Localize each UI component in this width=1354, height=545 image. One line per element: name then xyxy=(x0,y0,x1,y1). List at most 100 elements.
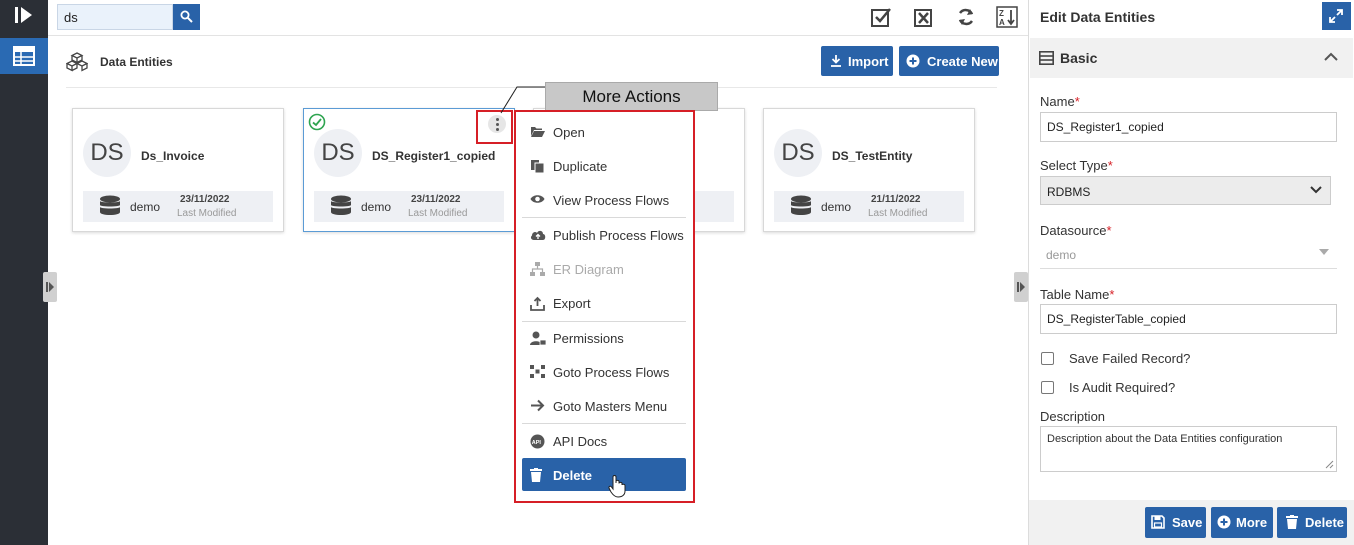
card-footer: demo 23/11/2022 Last Modified xyxy=(83,191,273,222)
description-label: Description xyxy=(1040,409,1106,424)
create-new-label: Create New xyxy=(927,54,998,69)
check-all-icon[interactable] xyxy=(870,6,892,28)
trash-icon xyxy=(530,468,542,482)
app-logo-icon[interactable] xyxy=(13,5,35,25)
menu-item-er-diagram[interactable]: ER Diagram xyxy=(522,254,686,284)
modified-date: 23/11/2022 xyxy=(180,194,230,205)
import-label: Import xyxy=(848,54,889,69)
entity-card[interactable]: DS DS_TestEntity demo 21/11/2022 Last Mo… xyxy=(763,108,975,232)
folder-open-icon xyxy=(531,127,545,137)
user-lock-icon xyxy=(530,331,546,346)
datasource-select[interactable]: demo xyxy=(1040,240,1337,269)
left-rail xyxy=(0,0,48,545)
name-label: Name* xyxy=(1040,94,1080,109)
save-button[interactable]: Save xyxy=(1145,507,1206,538)
modified-date: 23/11/2022 xyxy=(411,194,461,205)
menu-item-publish-process-flows[interactable]: Publish Process Flows xyxy=(522,220,686,250)
modified-label: Last Modified xyxy=(177,208,237,219)
page-title: Data Entities xyxy=(100,55,173,69)
panel-footer: Save More Delete xyxy=(1029,500,1354,545)
type-select[interactable]: RDBMS xyxy=(1040,176,1331,205)
entity-name: Ds_Invoice xyxy=(141,149,205,163)
left-panel-toggle[interactable] xyxy=(43,272,57,302)
menu-item-export[interactable]: Export xyxy=(522,288,686,318)
rail-item-data-entities[interactable] xyxy=(0,38,48,74)
modified-label: Last Modified xyxy=(408,208,468,219)
database-icon xyxy=(791,195,811,215)
section-basic-header[interactable]: Basic xyxy=(1030,38,1353,78)
cubes-icon xyxy=(66,52,88,72)
table-list-icon xyxy=(13,46,35,66)
panel-header: Edit Data Entities xyxy=(1029,0,1354,34)
menu-item-delete[interactable]: Delete xyxy=(522,458,686,498)
database-icon xyxy=(100,195,120,215)
audit-checkbox[interactable] xyxy=(1041,381,1054,394)
save-icon xyxy=(1151,515,1165,529)
audit-label: Is Audit Required? xyxy=(1069,380,1176,395)
download-icon xyxy=(831,55,841,67)
refresh-icon[interactable] xyxy=(955,6,977,28)
delete-button[interactable]: Delete xyxy=(1277,507,1347,538)
menu-item-goto-process-flows[interactable]: Goto Process Flows xyxy=(522,357,686,387)
collapse-toggle-icon xyxy=(46,282,54,292)
top-bar: Z A xyxy=(48,0,1028,36)
chevron-up-icon xyxy=(1324,52,1338,61)
cloud-upload-icon xyxy=(530,230,546,240)
arrow-right-icon xyxy=(531,399,545,412)
trash-icon xyxy=(1286,515,1298,529)
plus-circle-icon xyxy=(906,54,920,68)
description-textarea[interactable]: Description about the Data Entities conf… xyxy=(1040,426,1337,472)
card-footer: demo 21/11/2022 Last Modified xyxy=(774,191,964,222)
kebab-highlight-box xyxy=(476,110,513,144)
clear-selection-icon[interactable] xyxy=(913,6,935,28)
check-circle-icon xyxy=(308,113,326,131)
menu-item-permissions[interactable]: Permissions xyxy=(522,323,686,353)
menu-item-duplicate[interactable]: Duplicate xyxy=(522,151,686,181)
hand-cursor-icon xyxy=(608,475,626,498)
name-field[interactable] xyxy=(1040,112,1337,142)
datasource-name: demo xyxy=(821,200,852,214)
table-name-label: Table Name* xyxy=(1040,287,1115,302)
modified-date: 21/11/2022 xyxy=(871,194,921,205)
import-button[interactable]: Import xyxy=(821,46,893,76)
save-failed-checkbox[interactable] xyxy=(1041,352,1054,365)
datasource-name: demo xyxy=(361,200,392,214)
collapse-toggle-icon xyxy=(1017,282,1025,292)
search-input[interactable] xyxy=(57,4,173,30)
svg-text:A: A xyxy=(999,18,1005,27)
duplicate-icon xyxy=(531,160,545,174)
menu-item-api-docs[interactable]: API API Docs xyxy=(522,426,686,456)
datasource-label: Datasource* xyxy=(1040,223,1112,238)
edit-panel: Edit Data Entities Basic Name* Select Ty… xyxy=(1028,0,1354,545)
more-actions-menu: Open Duplicate View Process Flows Publis… xyxy=(514,110,695,503)
menu-item-goto-masters-menu[interactable]: Goto Masters Menu xyxy=(522,391,686,421)
svg-text:Z: Z xyxy=(999,9,1004,18)
save-failed-label: Save Failed Record? xyxy=(1069,351,1191,366)
panel-title: Edit Data Entities xyxy=(1040,9,1156,25)
entity-card[interactable]: DS Ds_Invoice demo 23/11/2022 Last Modif… xyxy=(72,108,284,232)
resize-grip-icon[interactable] xyxy=(1325,460,1334,469)
type-label: Select Type* xyxy=(1040,158,1113,173)
eye-icon xyxy=(530,195,545,203)
more-button[interactable]: More xyxy=(1211,507,1273,538)
card-footer: demo 23/11/2022 Last Modified xyxy=(314,191,504,222)
database-icon xyxy=(331,195,351,215)
more-actions-callout: More Actions xyxy=(545,82,718,111)
form-icon xyxy=(1039,51,1054,65)
process-flow-icon xyxy=(530,365,545,378)
sitemap-icon xyxy=(530,262,545,276)
create-new-button[interactable]: Create New xyxy=(899,46,999,76)
right-panel-toggle[interactable] xyxy=(1014,272,1028,302)
menu-item-open[interactable]: Open xyxy=(522,117,686,147)
caret-down-icon xyxy=(1319,249,1329,255)
search-button[interactable] xyxy=(173,4,200,30)
chevron-down-icon xyxy=(1310,186,1322,194)
plus-circle-icon xyxy=(1217,515,1231,529)
menu-divider xyxy=(522,423,686,424)
menu-item-view-process-flows[interactable]: View Process Flows xyxy=(522,185,686,215)
table-name-field[interactable] xyxy=(1040,304,1337,334)
expand-panel-button[interactable] xyxy=(1322,2,1351,30)
menu-divider xyxy=(522,321,686,322)
avatar: DS xyxy=(83,129,131,177)
sort-az-icon[interactable]: Z A xyxy=(996,6,1018,28)
